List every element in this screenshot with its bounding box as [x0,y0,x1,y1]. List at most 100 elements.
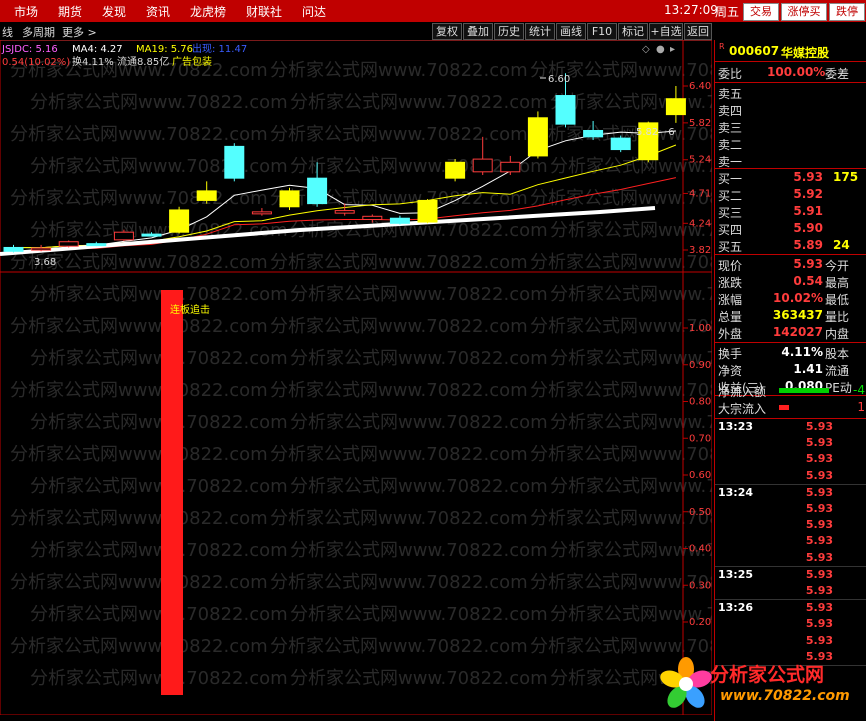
candle-body [3,246,24,252]
candle-body [555,95,576,125]
watermark-text: 分析家公式网www.70822.com [270,252,528,273]
menu-cls[interactable]: 财联社 [246,3,282,20]
watermark-text: 分析家公式网www.70822.com [530,316,712,337]
price-tick: 6.40 [689,81,711,92]
price-tick: 4.24 [689,218,711,229]
sell-row: 卖三 [718,121,743,135]
f10-button[interactable]: F10 [587,23,617,40]
indicator-tick: 0.30 [689,580,711,591]
flower-logo-icon [660,657,712,708]
watermark-text: 分析家公式网www.70822.com [530,572,712,593]
candle-body [472,158,493,173]
kline-chart[interactable]: 分析家公式网www.70822.com 分析家公式网www.70822.com 分析… [0,40,712,715]
trade-button[interactable]: 交易 [743,3,779,21]
candle-body [665,98,686,116]
tick-price: 5.93 [805,485,833,499]
more-tab[interactable]: 更多 > [62,24,97,40]
limit-down-button[interactable]: 跌停 [829,3,865,21]
watermark-text: 分析家公式网www.70822.com [30,284,288,305]
menu-discover[interactable]: 发现 [102,3,126,20]
watermark-layer: 分析家公式网www.70822.com 分析家公式网www.70822.com 分析… [10,60,712,689]
watermark-text: 分析家公式网www.70822.com [30,412,288,433]
menu-futures[interactable]: 期货 [58,3,82,20]
ma19-label: MA19: 5.76 [136,44,193,55]
watermark-text: 分析家公式网www.70822.com [30,92,288,113]
price-tick: 4.71 [689,188,711,199]
clock: 13:27:09 [664,3,718,17]
watermark-text: 分析家公式网www.70822.com [30,668,288,689]
history-button[interactable]: 历史 [494,23,524,40]
sell-row: 卖一 [718,155,743,169]
tick-time: 13:23 [718,420,754,433]
tick-price: 5.93 [805,633,833,647]
sell-row: 卖四 [718,104,743,118]
menu-news[interactable]: 资讯 [146,3,170,20]
add-watchlist-button[interactable]: +自选 [649,23,683,40]
watermark-text: 分析家公式网www.70822.com [270,124,528,145]
indicator-tick: 0.80 [689,397,711,408]
stock-name: 华媒控股 [781,46,830,60]
menu-dragon-tiger[interactable]: 龙虎榜 [190,3,226,20]
stock-code: 000607 [729,44,780,58]
watermark-text: 分析家公式网www.70822.com [30,348,288,369]
logo-title: 分析家公式网 [710,664,825,686]
watermark-text: 分析家公式网www.70822.com [270,60,528,81]
quote-row: 总量 363437 量比 [718,308,850,324]
fuquan-button[interactable]: 复权 [432,23,462,40]
candle-body [141,233,162,237]
watermark-text: 分析家公式网www.70822.com [290,92,548,113]
stock-header: R 000607 华媒控股 [715,42,866,60]
watermark-text: 分析家公式网www.70822.com [30,220,288,241]
stats-button[interactable]: 统计 [525,23,555,40]
candle-body [169,209,190,233]
sell-row: 卖二 [718,138,743,152]
indicator-tick: 0.40 [689,544,711,555]
candle-body [58,241,79,247]
candle-body [224,145,245,179]
watermark-text: 分析家公式网www.70822.com [10,636,268,657]
watermark-text: 分析家公式网www.70822.com [10,572,268,593]
buy-row: 买二 5.92 [718,187,823,203]
expand-icon: ▸ [670,44,675,55]
quote-panel: R 000607 华媒控股 委比 100.00% 委差 卖五 卖四 卖三 卖二 卖一 买一… [714,40,866,721]
mark-button[interactable]: 标记 [618,23,648,40]
buy-row: 买三 5.91 [718,204,823,220]
candle-body [251,211,272,215]
watermark-text: 分析家公式网www.70822.com [530,252,712,273]
quote-row: 换手 4.11% 股本 [718,345,850,361]
draw-line-button[interactable]: 画线 [556,23,586,40]
watermark-text: 分析家公式网www.70822.com [290,604,548,625]
multi-period-tab[interactable]: 多周期 [22,24,55,40]
tick-price: 5.93 [805,452,833,466]
last-marker: 5.82 - 6 [636,127,675,138]
tick-price: 5.93 [805,420,833,433]
candle-body [31,247,52,251]
top-menu-bar: 市场 期货 发现 资讯 龙虎榜 财联社 问达 13:27:09 周五 交易 涨停… [0,0,866,22]
candle-body [583,129,604,138]
watermark-text: 分析家公式网www.70822.com [10,316,268,337]
change-label: 0.54(10.02%) [2,57,70,68]
period-left[interactable]: 线 [2,24,13,40]
indicator-tick: 0.20 [689,617,711,628]
quote-row: 现价 5.93 今开 [718,257,850,273]
indicator-tick: 0.90 [689,360,711,371]
r-icon: R [719,42,725,51]
site-logo: 分析家公式网 www.70822.com [654,652,866,716]
candle-body [527,117,548,157]
overlay-button[interactable]: 叠加 [463,23,493,40]
quote-row: 涨幅 10.02% 最低 [718,291,850,307]
watermark-text: 分析家公式网www.70822.com [270,508,528,529]
sell-row: 卖五 [718,87,743,101]
limit-up-buy-button[interactable]: 涨停买 [781,3,827,21]
watermark-text: 分析家公式网www.70822.com [530,188,712,209]
menu-market[interactable]: 市场 [14,3,38,20]
turnover-label: 换4.11% 流通8.85亿 [72,55,169,68]
menu-wenda[interactable]: 问达 [302,3,326,20]
watermark-text: 分析家公式网www.70822.com [30,540,288,561]
flow-bar [779,405,789,410]
tick-price: 5.93 [805,567,833,581]
back-button[interactable]: 返回 [684,23,712,40]
diamond-icon: ◇ [642,44,650,55]
watermark-text: 分析家公式网www.70822.com [270,316,528,337]
watermark-text: 分析家公式网www.70822.com [290,668,548,689]
